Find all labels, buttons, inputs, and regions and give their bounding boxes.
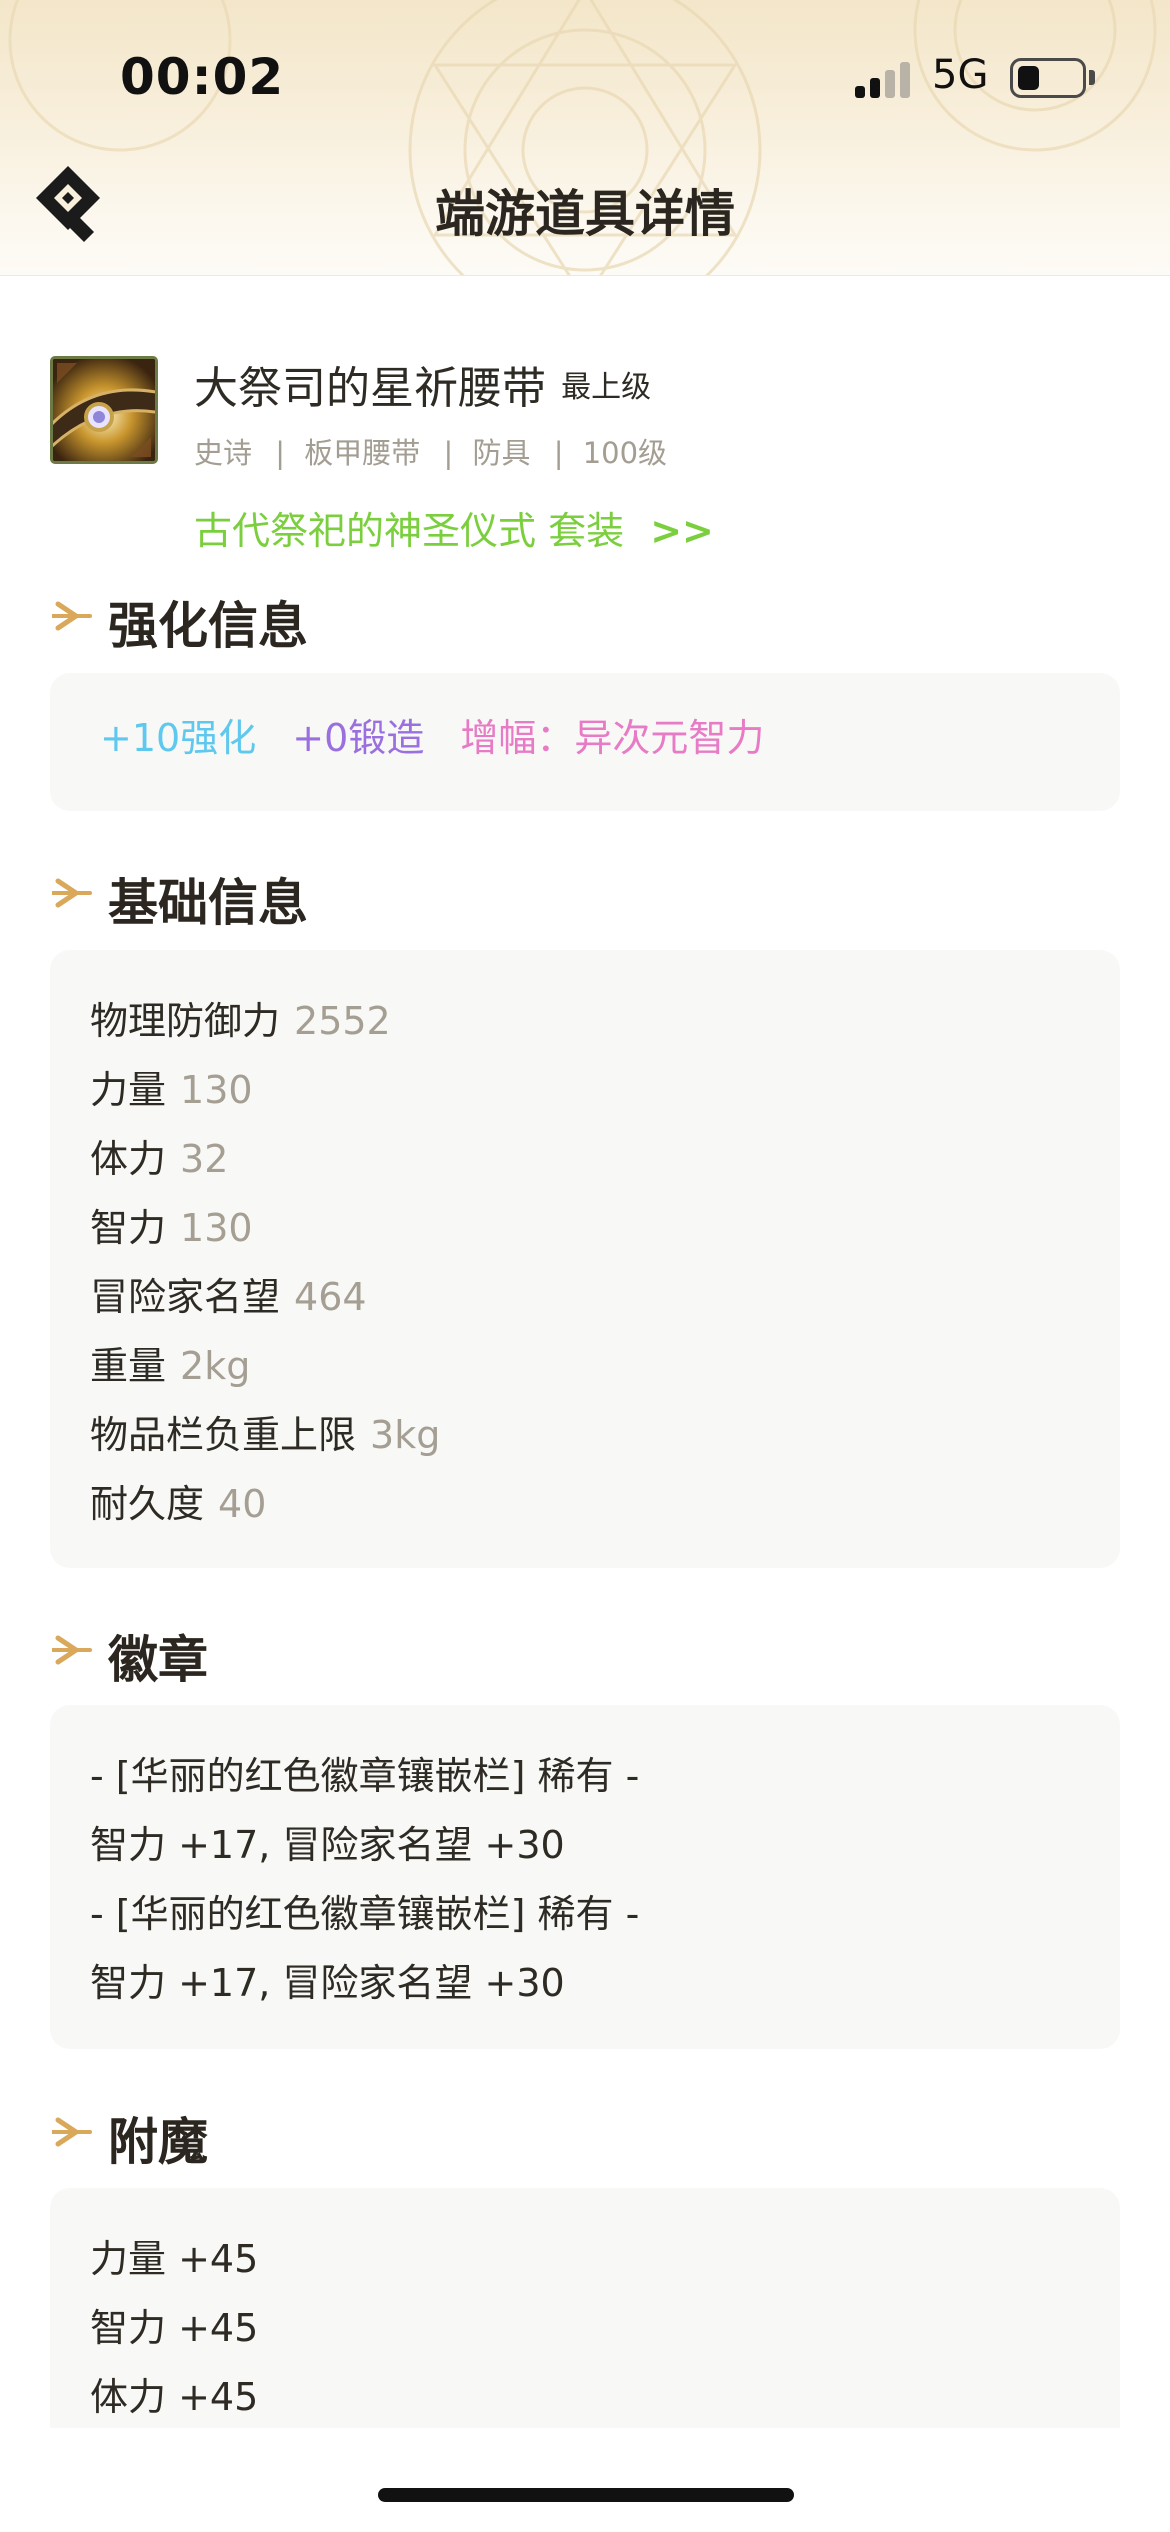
page-title: 端游道具详情 [435, 185, 735, 243]
section-arrow-icon [52, 601, 92, 631]
enchant-line: 力量 +45 [90, 2237, 259, 2281]
stat-row: 体力 32 [90, 1128, 228, 1183]
item-rarity: 史诗 [194, 436, 253, 470]
set-arrow: >> [650, 509, 714, 553]
stat-value: 130 [180, 1206, 253, 1250]
section-arrow-icon [52, 2117, 92, 2147]
section-title-text: 强化信息 [108, 597, 308, 655]
set-link[interactable]: 古代祭祀的神圣仪式 套装 >> [194, 500, 714, 555]
stat-label: 智力 [90, 1206, 167, 1250]
belt-item-icon [50, 356, 158, 464]
belt-artwork [53, 359, 155, 461]
stat-value: 32 [180, 1137, 229, 1181]
meta-separator: | [443, 436, 454, 470]
amplify-info: 增幅：异次元智力 [460, 716, 765, 760]
battery-tip [1089, 70, 1095, 85]
battery-level [1018, 66, 1039, 90]
stat-value: 2552 [294, 999, 391, 1043]
emblem-card: - [华丽的红色徽章镶嵌栏] 稀有 - 智力 +17, 冒险家名望 +30 - … [50, 1705, 1120, 2049]
stat-label: 力量 [90, 1068, 167, 1112]
enchant-line: 智力 +45 [90, 2306, 259, 2350]
stat-row: 物理防御力 2552 [90, 990, 391, 1045]
stat-value: 40 [218, 1482, 267, 1526]
meta-separator: | [275, 436, 286, 470]
enchant-card: 力量 +45 智力 +45 体力 +45 [50, 2188, 1120, 2428]
enhance-card: +10强化 +0锻造 增幅：异次元智力 [50, 673, 1120, 811]
screen: 00:02 5G 端游道具详情 大祭司的星祈腰带 最上级 史诗 | 板甲腰带 |… [0, 0, 1170, 2532]
status-time: 00:02 [120, 48, 285, 106]
section-arrow-icon [52, 1635, 92, 1665]
forge-level: +0锻造 [292, 716, 425, 760]
stat-label: 冒险家名望 [90, 1275, 281, 1319]
enhance-row: +10强化 +0锻造 增幅：异次元智力 [100, 707, 788, 762]
reinforce-level: +10强化 [100, 716, 257, 760]
stat-row: 重量 2kg [90, 1335, 250, 1390]
item-name-row: 大祭司的星祈腰带 最上级 [194, 352, 652, 414]
stat-row: 冒险家名望 464 [90, 1266, 367, 1321]
stat-label: 体力 [90, 1137, 167, 1181]
emblem-line: 智力 +17, 冒险家名望 +30 [90, 1823, 565, 1867]
stat-row: 耐久度 40 [90, 1473, 266, 1528]
emblem-line: 智力 +17, 冒险家名望 +30 [90, 1961, 565, 2005]
header: 00:02 5G 端游道具详情 [0, 0, 1170, 276]
section-title-text: 附魔 [108, 2113, 208, 2171]
signal-strength-icon [855, 58, 915, 98]
network-type: 5G [932, 52, 989, 98]
stat-value: 3kg [370, 1413, 441, 1457]
set-name: 古代祭祀的神圣仪式 套装 [194, 509, 625, 553]
item-name: 大祭司的星祈腰带 [194, 363, 546, 414]
emblem-line: - [华丽的红色徽章镶嵌栏] 稀有 - [90, 1892, 640, 1936]
stat-label: 耐久度 [90, 1482, 205, 1526]
item-category: 防具 [472, 436, 531, 470]
item-meta: 史诗 | 板甲腰带 | 防具 | 100级 [194, 430, 667, 472]
item-type: 板甲腰带 [304, 436, 421, 470]
enchant-line: 体力 +45 [90, 2375, 259, 2419]
stat-row: 物品栏负重上限 3kg [90, 1404, 440, 1459]
stat-label: 重量 [90, 1344, 167, 1388]
section-arrow-icon [52, 878, 92, 908]
emblem-line: - [华丽的红色徽章镶嵌栏] 稀有 - [90, 1754, 640, 1798]
section-title-text: 基础信息 [108, 874, 308, 932]
stat-value: 464 [294, 1275, 367, 1319]
stat-row: 智力 130 [90, 1197, 253, 1252]
home-indicator[interactable] [378, 2488, 794, 2502]
section-title-text: 徽章 [108, 1631, 208, 1689]
stat-label: 物品栏负重上限 [90, 1413, 357, 1457]
basic-info-card: 物理防御力 2552 力量 130 体力 32 智力 130 冒险家名望 464 重量 2k… [50, 950, 1120, 1568]
stat-value: 2kg [180, 1344, 251, 1388]
stat-value: 130 [180, 1068, 253, 1112]
item-level: 100级 [582, 436, 668, 470]
item-grade: 最上级 [561, 370, 652, 405]
battery-icon [1010, 58, 1086, 98]
stat-label: 物理防御力 [90, 999, 281, 1043]
meta-separator: | [553, 436, 564, 470]
stat-row: 力量 130 [90, 1059, 253, 1114]
